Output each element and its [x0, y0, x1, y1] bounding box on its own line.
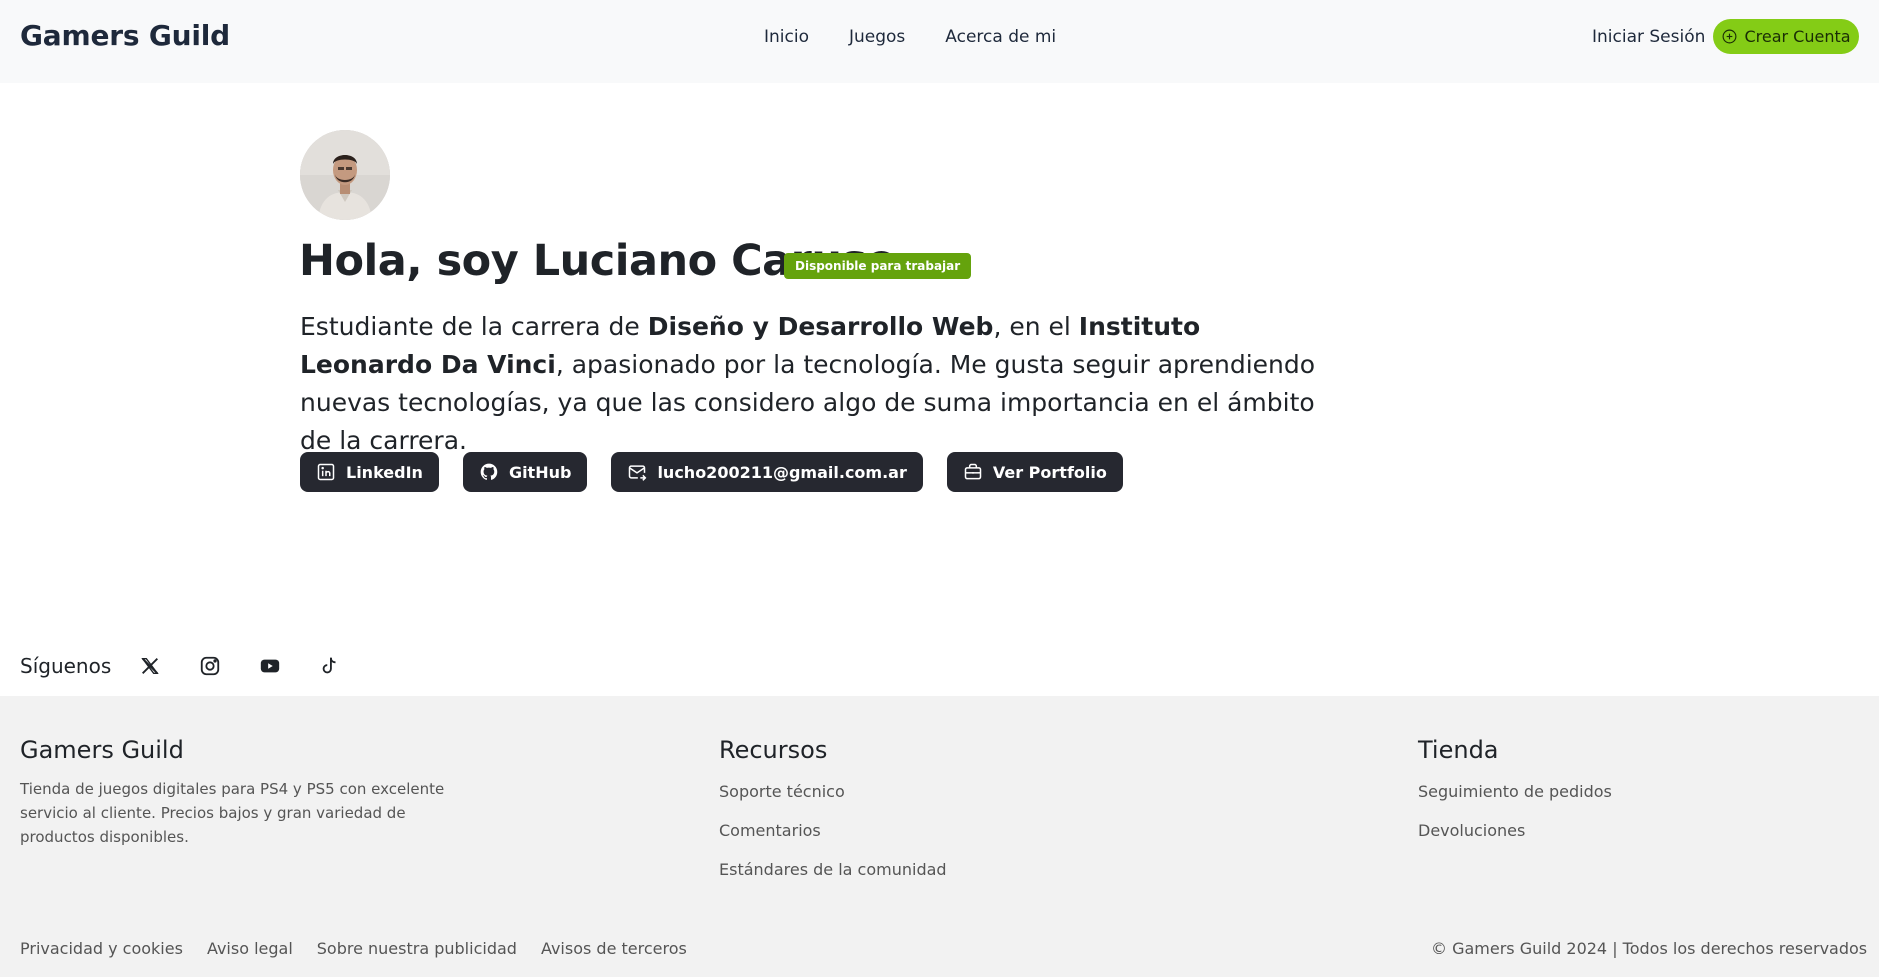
bio-paragraph: Estudiante de la carrera de Diseño y Des… [300, 308, 1340, 460]
footer-resources-title: Recursos [719, 736, 828, 764]
email-label: lucho200211@gmail.com.ar [657, 462, 907, 482]
linkedin-button[interactable]: LinkedIn [300, 452, 439, 492]
social-x[interactable] [139, 651, 199, 681]
nav-acerca[interactable]: Acerca de mi [945, 27, 1056, 47]
create-account-button[interactable]: Crear Cuenta [1713, 19, 1859, 54]
portfolio-button[interactable]: Ver Portfolio [946, 452, 1123, 492]
copyright: © Gamers Guild 2024 | Todos los derechos… [1431, 939, 1868, 958]
linkedin-label: LinkedIn [346, 462, 423, 482]
social-tiktok[interactable] [319, 651, 379, 681]
x-icon [141, 657, 159, 675]
briefcase-icon [964, 463, 982, 480]
footer-brand-desc: Tienda de juegos digitales para PS4 y PS… [20, 780, 445, 846]
profile-actions: LinkedIn GitHub lucho200211@gmail.com.ar… [300, 452, 1123, 492]
linkedin-icon [317, 463, 335, 481]
mail-icon [629, 465, 647, 481]
legal-third-party[interactable]: Avisos de terceros [541, 939, 687, 958]
site-footer: Gamers Guild Tienda de juegos digitales … [0, 696, 1879, 977]
main-nav: Inicio Juegos Acerca de mi [764, 27, 1096, 47]
github-button[interactable]: GitHub [462, 452, 588, 492]
legal-advertising[interactable]: Sobre nuestra publicidad [317, 939, 517, 958]
bio-bold-career: Diseño y Desarrollo Web [647, 312, 994, 341]
footer-col-resources: Recursos Soporte técnico Comentarios Est… [719, 736, 947, 889]
bio-text-2: , en el [993, 312, 1079, 341]
instagram-icon [201, 656, 220, 676]
footer-col-brand: Gamers Guild Tienda de juegos digitales … [20, 736, 470, 849]
social-follow: Síguenos [20, 651, 379, 681]
footer-link-support[interactable]: Soporte técnico [719, 772, 947, 811]
footer-link-returns[interactable]: Devoluciones [1418, 811, 1612, 850]
nav-juegos[interactable]: Juegos [849, 27, 905, 47]
footer-link-comments[interactable]: Comentarios [719, 811, 947, 850]
footer-store-title: Tienda [1418, 736, 1499, 764]
plus-circle-icon [1723, 29, 1737, 44]
tiktok-icon [322, 657, 336, 674]
brand-logo[interactable]: Gamers Guild [20, 19, 230, 52]
email-button[interactable]: lucho200211@gmail.com.ar [611, 452, 923, 492]
github-label: GitHub [508, 462, 572, 482]
footer-col-store: Tienda Seguimiento de pedidos Devolucion… [1418, 736, 1612, 850]
login-link[interactable]: Iniciar Sesión [1592, 27, 1705, 47]
social-youtube[interactable] [259, 651, 319, 681]
follow-label: Síguenos [20, 654, 112, 678]
github-icon [480, 463, 498, 480]
bio-text-1: Estudiante de la carrera de [300, 312, 648, 341]
nav-inicio[interactable]: Inicio [764, 27, 809, 47]
portfolio-label: Ver Portfolio [992, 462, 1107, 482]
social-instagram[interactable] [199, 651, 259, 681]
youtube-icon [261, 659, 280, 673]
site-header: Gamers Guild Inicio Juegos Acerca de mi … [0, 0, 1879, 83]
footer-link-tracking[interactable]: Seguimiento de pedidos [1418, 772, 1612, 811]
create-account-label: Crear Cuenta [1744, 27, 1851, 46]
footer-brand-title: Gamers Guild [20, 736, 184, 764]
status-badge: Disponible para trabajar [784, 253, 972, 279]
footer-legal-links: Privacidad y cookies Aviso legal Sobre n… [20, 939, 711, 958]
legal-notice[interactable]: Aviso legal [207, 939, 293, 958]
legal-privacy[interactable]: Privacidad y cookies [20, 939, 183, 958]
avatar [300, 130, 390, 220]
footer-link-standards[interactable]: Estándares de la comunidad [719, 850, 947, 889]
